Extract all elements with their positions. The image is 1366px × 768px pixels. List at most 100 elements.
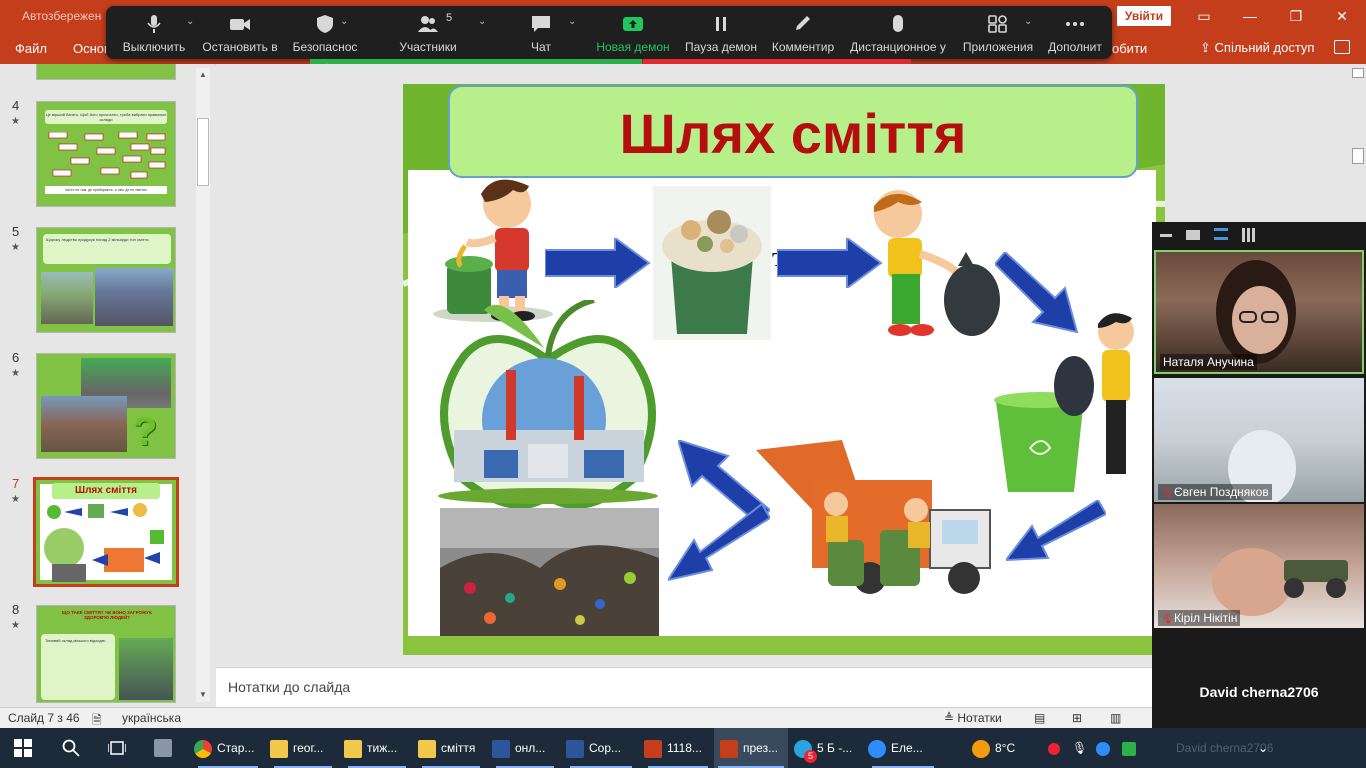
tray-microphone[interactable]: 🎙 <box>1072 728 1087 768</box>
normal-view-icon[interactable]: ▤ <box>1034 711 1045 725</box>
tray-zoom[interactable] <box>1096 728 1112 768</box>
participant-video-tile[interactable]: 🎙Євген Поздняков <box>1154 378 1364 502</box>
task-view-icon <box>107 741 127 755</box>
slide-thumbnail-8[interactable]: ЩО ТАКЕ СМІТТЯ? ЧИ ВОНО ЗАГРОЖУЄ ЗДОРОВ'… <box>36 605 176 703</box>
chat-options-chevron-icon[interactable]: ⌄ <box>568 16 576 27</box>
language-label[interactable]: українська <box>122 711 181 725</box>
speaker-view-icon[interactable] <box>1186 230 1200 240</box>
thumbnail-number: 5 <box>12 224 20 239</box>
participants-button[interactable]: Участники 5 ⌄ <box>392 6 486 59</box>
search-button[interactable] <box>62 728 82 768</box>
slide-thumbnail-4[interactable]: Це вірший багато. Щоб його прочитати, тр… <box>36 101 176 207</box>
tab-work[interactable]: обити <box>1112 41 1147 56</box>
ribbon-display-icon[interactable]: ▭ <box>1192 6 1216 26</box>
powerpoint-icon <box>644 739 662 758</box>
maximize-icon[interactable]: ❐ <box>1284 6 1308 26</box>
taskbar-label: геог... <box>293 741 324 755</box>
participant-name: Кірiл Нікітін <box>1174 611 1238 625</box>
notes-toggle-button[interactable]: ≜ Нотатки <box>944 711 1002 725</box>
editor-scroll-up[interactable] <box>1352 68 1364 78</box>
pause-share-button[interactable]: Пауза демон <box>684 6 758 59</box>
taskbar-powerpoint-presentation[interactable]: през... <box>714 728 788 768</box>
slide-title-box[interactable]: Шлях сміття <box>448 85 1138 178</box>
participant-name-no-video[interactable]: David cherna2706 <box>1152 684 1366 700</box>
zoom-icon <box>868 739 886 758</box>
slide-notes-area[interactable]: Нотатки до слайда <box>216 667 1152 707</box>
taskbar-folder-week[interactable]: тиж... <box>344 728 410 768</box>
apps-icon <box>988 15 1007 33</box>
tab-file[interactable]: Файл <box>15 41 47 56</box>
share-button[interactable]: ⇪ Спільний доступ <box>1200 40 1314 56</box>
taskbar-powerpoint-1118[interactable]: 1118... <box>644 728 712 768</box>
calculator-icon <box>154 738 172 757</box>
tray-zoom-status[interactable] <box>1048 728 1062 768</box>
new-share-label: Новая демон <box>596 40 670 54</box>
minimize-video-icon[interactable] <box>1160 234 1172 237</box>
participants-options-chevron-icon[interactable]: ⌄ <box>478 16 486 27</box>
start-button[interactable] <box>14 728 36 768</box>
task-view-button[interactable] <box>107 728 130 768</box>
tray-expand-chevron-icon[interactable]: ⌄ <box>1258 728 1274 768</box>
windows-taskbar: Стар... геог... тиж... сміття онл... Сор… <box>0 728 1366 768</box>
participant-name-tag: 🎙Євген Поздняков <box>1158 484 1272 500</box>
reading-view-icon[interactable]: ▥ <box>1110 711 1121 725</box>
taskbar-zoom[interactable]: Еле... <box>868 728 938 768</box>
strip-view-icon[interactable] <box>1214 228 1228 240</box>
arrow-right-icon <box>545 238 651 288</box>
taskbar-folder-trash[interactable]: сміття <box>418 728 484 768</box>
stop-video-button[interactable]: Остановить в ⌄ <box>200 6 348 59</box>
mic-muted-icon: 🎙 <box>1161 488 1174 499</box>
calculator-app[interactable] <box>154 728 180 768</box>
remote-control-button[interactable]: Дистанционное у <box>848 6 948 59</box>
more-button[interactable]: Дополнит <box>1046 6 1104 59</box>
pause-share-label: Пауза демон <box>685 40 757 54</box>
editor-scrollbar[interactable] <box>1350 64 1366 224</box>
remote-control-label: Дистанционное у <box>850 40 946 54</box>
mute-button[interactable]: Выключить ⌄ <box>118 6 194 59</box>
annotate-label: Комментир <box>771 40 835 54</box>
notes-toggle-label: Нотатки <box>957 711 1002 725</box>
security-button[interactable]: Безопаснос <box>290 6 360 59</box>
apps-button[interactable]: Приложения ⌄ <box>962 6 1034 59</box>
taskbar-telegram[interactable]: 5 Б -... 5 <box>794 728 864 768</box>
minimize-icon[interactable]: — <box>1238 6 1262 26</box>
taskbar-label: Еле... <box>891 741 923 755</box>
taskbar-folder-geog[interactable]: геог... <box>270 728 336 768</box>
close-icon[interactable]: ✕ <box>1330 6 1354 26</box>
taskbar-word-online[interactable]: онл... <box>492 728 558 768</box>
video-camera-icon <box>230 19 250 30</box>
garbage-photo <box>95 268 173 326</box>
apps-options-chevron-icon[interactable]: ⌄ <box>1024 16 1032 27</box>
transition-star-icon: ★ <box>11 368 20 379</box>
gallery-view-icon[interactable] <box>1242 228 1256 242</box>
weather-widget[interactable]: 8°C <box>972 728 1028 768</box>
status-bar: Слайд 7 з 46 🗎 українська ≜ Нотатки ▤ ⊞ … <box>0 707 1152 728</box>
comment-icon[interactable] <box>1334 40 1350 54</box>
thumbnail-scrollbar[interactable]: ▲ ▼ <box>196 68 210 702</box>
chat-button[interactable]: Чат ⌄ <box>516 6 576 59</box>
scrollbar-thumb[interactable] <box>197 118 209 186</box>
slide-thumbnail-5[interactable]: Щороку людство продукує понад 2 мільярди… <box>36 227 176 333</box>
share-tray-icon <box>1122 741 1136 756</box>
slide-thumbnail-3-partial[interactable] <box>36 64 176 80</box>
participant-video-tile[interactable]: Наталя Анучина <box>1154 250 1364 374</box>
scroll-down-icon[interactable]: ▼ <box>196 688 210 702</box>
mute-options-chevron-icon[interactable]: ⌄ <box>186 16 194 27</box>
thumbnail-number: 8 <box>12 602 20 617</box>
scroll-up-icon[interactable]: ▲ <box>196 68 210 82</box>
syllable-boxes-graphic <box>48 131 166 179</box>
editor-scroll-thumb[interactable] <box>1352 148 1364 164</box>
slide-sorter-icon[interactable]: ⊞ <box>1072 711 1082 725</box>
tray-share[interactable] <box>1122 728 1138 768</box>
annotate-button[interactable]: Комментир <box>768 6 838 59</box>
signin-button[interactable]: Увійти <box>1117 6 1171 26</box>
chat-label: Чат <box>531 40 551 54</box>
taskbar-word-doc[interactable]: Сор... <box>566 728 636 768</box>
shield-icon <box>317 15 333 33</box>
taskbar-chrome[interactable]: Стар... <box>194 728 262 768</box>
new-share-button[interactable]: Новая демон <box>594 6 672 59</box>
share-label: Спільний доступ <box>1214 40 1315 55</box>
slide-thumbnail-6[interactable]: ? <box>36 353 176 459</box>
slide-thumbnail-7-active[interactable]: Шлях сміття <box>33 477 179 587</box>
participant-video-tile[interactable]: 🎙Кірiл Нікітін <box>1154 504 1364 628</box>
